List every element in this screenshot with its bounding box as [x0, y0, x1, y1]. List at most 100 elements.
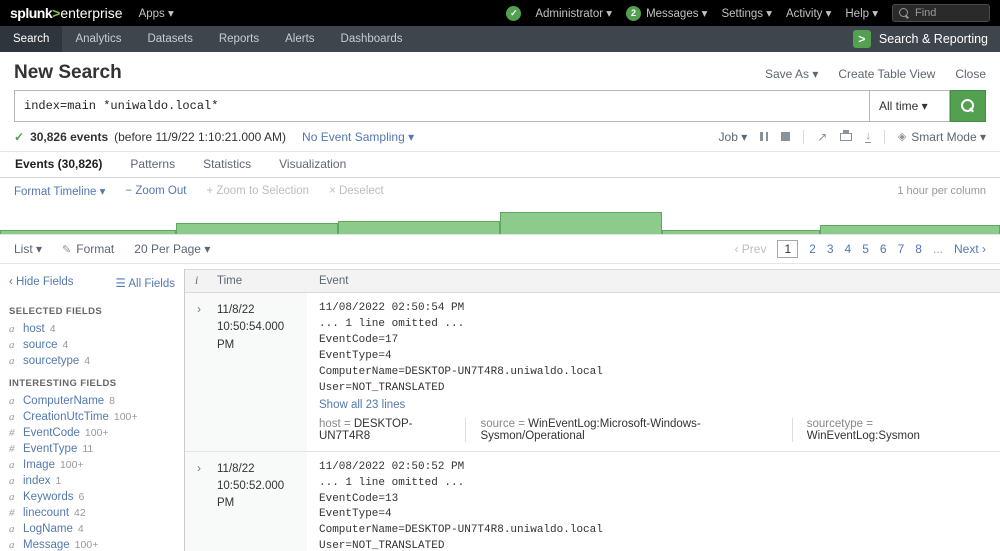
hide-fields-button[interactable]: ‹ Hide Fields [9, 276, 74, 290]
messages-menu[interactable]: 2 Messages ▾ [626, 6, 707, 21]
nav-tab-alerts[interactable]: Alerts [272, 26, 327, 52]
search-mode-menu[interactable]: ◈ Smart Mode ▾ [898, 130, 986, 144]
timeline-bar[interactable] [820, 225, 1000, 234]
event-field-host[interactable]: host = DESKTOP-UN7T4R8 [319, 418, 465, 442]
page-title: New Search [14, 62, 122, 84]
results-tabs: Events (30,826) Patterns Statistics Visu… [0, 152, 1000, 178]
expand-event-arrow[interactable]: › [185, 452, 217, 551]
field-item-index[interactable]: a index 1 [0, 473, 184, 489]
tab-statistics[interactable]: Statistics [202, 157, 252, 177]
format-menu[interactable]: ✎ Format [62, 242, 114, 256]
page-2-button[interactable]: 2 [809, 242, 816, 256]
settings-menu[interactable]: Settings ▾ [721, 6, 772, 20]
field-item-eventtype[interactable]: # EventType 11 [0, 441, 184, 457]
help-menu[interactable]: Help ▾ [845, 6, 878, 20]
find-searchbox[interactable] [892, 4, 990, 22]
timeline-bar[interactable] [338, 221, 500, 234]
nav-tab-reports[interactable]: Reports [206, 26, 272, 52]
page-header: New Search Save As ▾ Create Table View C… [0, 52, 1000, 90]
event-field-source[interactable]: source = WinEventLog:Microsoft-Windows-S… [465, 418, 791, 442]
share-job-icon[interactable]: ↗ [817, 131, 827, 143]
apps-menu[interactable]: Apps ▾ [139, 6, 174, 20]
timeline-bar[interactable] [0, 230, 176, 234]
page-4-button[interactable]: 4 [845, 242, 852, 256]
job-menu[interactable]: Job ▾ [719, 130, 748, 144]
nav-tab-analytics[interactable]: Analytics [62, 26, 134, 52]
field-item-computername[interactable]: a ComputerName 8 [0, 393, 184, 409]
smart-mode-icon: ◈ [898, 130, 906, 143]
show-all-lines-link[interactable]: Show all 23 lines [319, 399, 405, 411]
event-rows: › 11/8/22 10:50:54.000 PM 11/08/2022 02:… [185, 293, 1000, 551]
timeline-chart[interactable] [0, 204, 1000, 234]
zoom-to-selection-button: + Zoom to Selection [206, 185, 309, 197]
timeline-bar[interactable] [500, 212, 662, 234]
tab-events[interactable]: Events (30,826) [14, 157, 103, 177]
field-item-keywords[interactable]: a Keywords 6 [0, 489, 184, 505]
export-icon[interactable]: ↓ [865, 131, 871, 143]
app-name-label: Search & Reporting [879, 32, 988, 46]
stop-job-icon[interactable] [781, 132, 790, 141]
find-input[interactable] [915, 7, 983, 19]
next-page-button[interactable]: Next › [954, 242, 986, 256]
page-7-button[interactable]: 7 [898, 242, 905, 256]
event-row: › 11/8/22 10:50:54.000 PM 11/08/2022 02:… [185, 293, 1000, 452]
field-type-icon: a [9, 491, 18, 503]
create-table-view-button[interactable]: Create Table View [838, 67, 935, 81]
field-type-icon: a [9, 523, 18, 535]
save-as-button[interactable]: Save As ▾ [765, 67, 818, 81]
event-body: 11/08/2022 02:50:52 PM ... 1 line omitte… [307, 452, 1000, 551]
all-fields-button[interactable]: ☰ All Fields [115, 276, 175, 290]
splunk-app-window: splunk>enterprise Apps ▾ ✓ Administrator… [0, 0, 1000, 551]
list-controls-bar: List ▾ ✎ Format 20 Per Page ▾ ‹ Prev 1 2… [0, 234, 1000, 264]
page-8-button[interactable]: 8 [915, 242, 922, 256]
divider [803, 130, 804, 144]
print-icon[interactable] [840, 133, 852, 141]
job-done-check-icon: ✓ [14, 130, 24, 144]
field-item-sourcetype[interactable]: a sourcetype 4 [0, 353, 184, 369]
field-type-icon: a [9, 395, 18, 407]
timeline-bar[interactable] [662, 230, 820, 234]
app-switcher[interactable]: > Search & Reporting [841, 26, 1000, 52]
page-1-button[interactable]: 1 [777, 240, 798, 258]
field-type-icon: a [9, 459, 18, 471]
page-5-button[interactable]: 5 [862, 242, 869, 256]
format-timeline-menu[interactable]: Format Timeline ▾ [14, 184, 105, 198]
per-page-menu[interactable]: 20 Per Page ▾ [134, 242, 210, 256]
nav-tab-dashboards[interactable]: Dashboards [328, 26, 416, 52]
event-row: › 11/8/22 10:50:52.000 PM 11/08/2022 02:… [185, 452, 1000, 551]
zoom-out-button[interactable]: − Zoom Out [125, 185, 186, 197]
pause-job-icon[interactable] [760, 132, 768, 141]
column-event: Event [307, 275, 1000, 287]
timeline-bar[interactable] [176, 223, 338, 234]
tab-patterns[interactable]: Patterns [129, 157, 176, 177]
search-icon [899, 8, 910, 19]
event-field-sourcetype[interactable]: sourcetype = WinEventLog:Sysmon [792, 418, 988, 442]
page-3-button[interactable]: 3 [827, 242, 834, 256]
user-menu[interactable]: Administrator ▾ [535, 6, 612, 20]
field-item-image[interactable]: a Image 100+ [0, 457, 184, 473]
field-item-message[interactable]: a Message 100+ [0, 537, 184, 551]
time-range-picker[interactable]: All time ▾ [870, 90, 950, 122]
page-6-button[interactable]: 6 [880, 242, 887, 256]
page-ellipsis: ... [933, 242, 943, 256]
run-search-button[interactable] [950, 90, 986, 122]
activity-menu[interactable]: Activity ▾ [786, 6, 831, 20]
expand-event-arrow[interactable]: › [185, 293, 217, 451]
health-check-icon[interactable]: ✓ [506, 6, 521, 21]
field-item-host[interactable]: a host 4 [0, 321, 184, 337]
close-button[interactable]: Close [955, 67, 986, 81]
event-sampling-menu[interactable]: No Event Sampling ▾ [302, 130, 414, 144]
logo-product-text: enterprise [60, 5, 122, 21]
search-query-input[interactable] [14, 90, 870, 122]
nav-tab-search[interactable]: Search [0, 26, 62, 52]
nav-tab-datasets[interactable]: Datasets [134, 26, 205, 52]
field-item-creationutctime[interactable]: a CreationUtcTime 100+ [0, 409, 184, 425]
field-item-source[interactable]: a source 4 [0, 337, 184, 353]
fields-sidebar-header: ‹ Hide Fields ☰ All Fields [0, 269, 184, 297]
field-item-eventcode[interactable]: # EventCode 100+ [0, 425, 184, 441]
top-right-menus: ✓ Administrator ▾ 2 Messages ▾ Settings … [506, 4, 990, 22]
list-view-menu[interactable]: List ▾ [14, 242, 42, 256]
tab-visualization[interactable]: Visualization [278, 157, 347, 177]
field-item-logname[interactable]: a LogName 4 [0, 521, 184, 537]
field-item-linecount[interactable]: # linecount 42 [0, 505, 184, 521]
